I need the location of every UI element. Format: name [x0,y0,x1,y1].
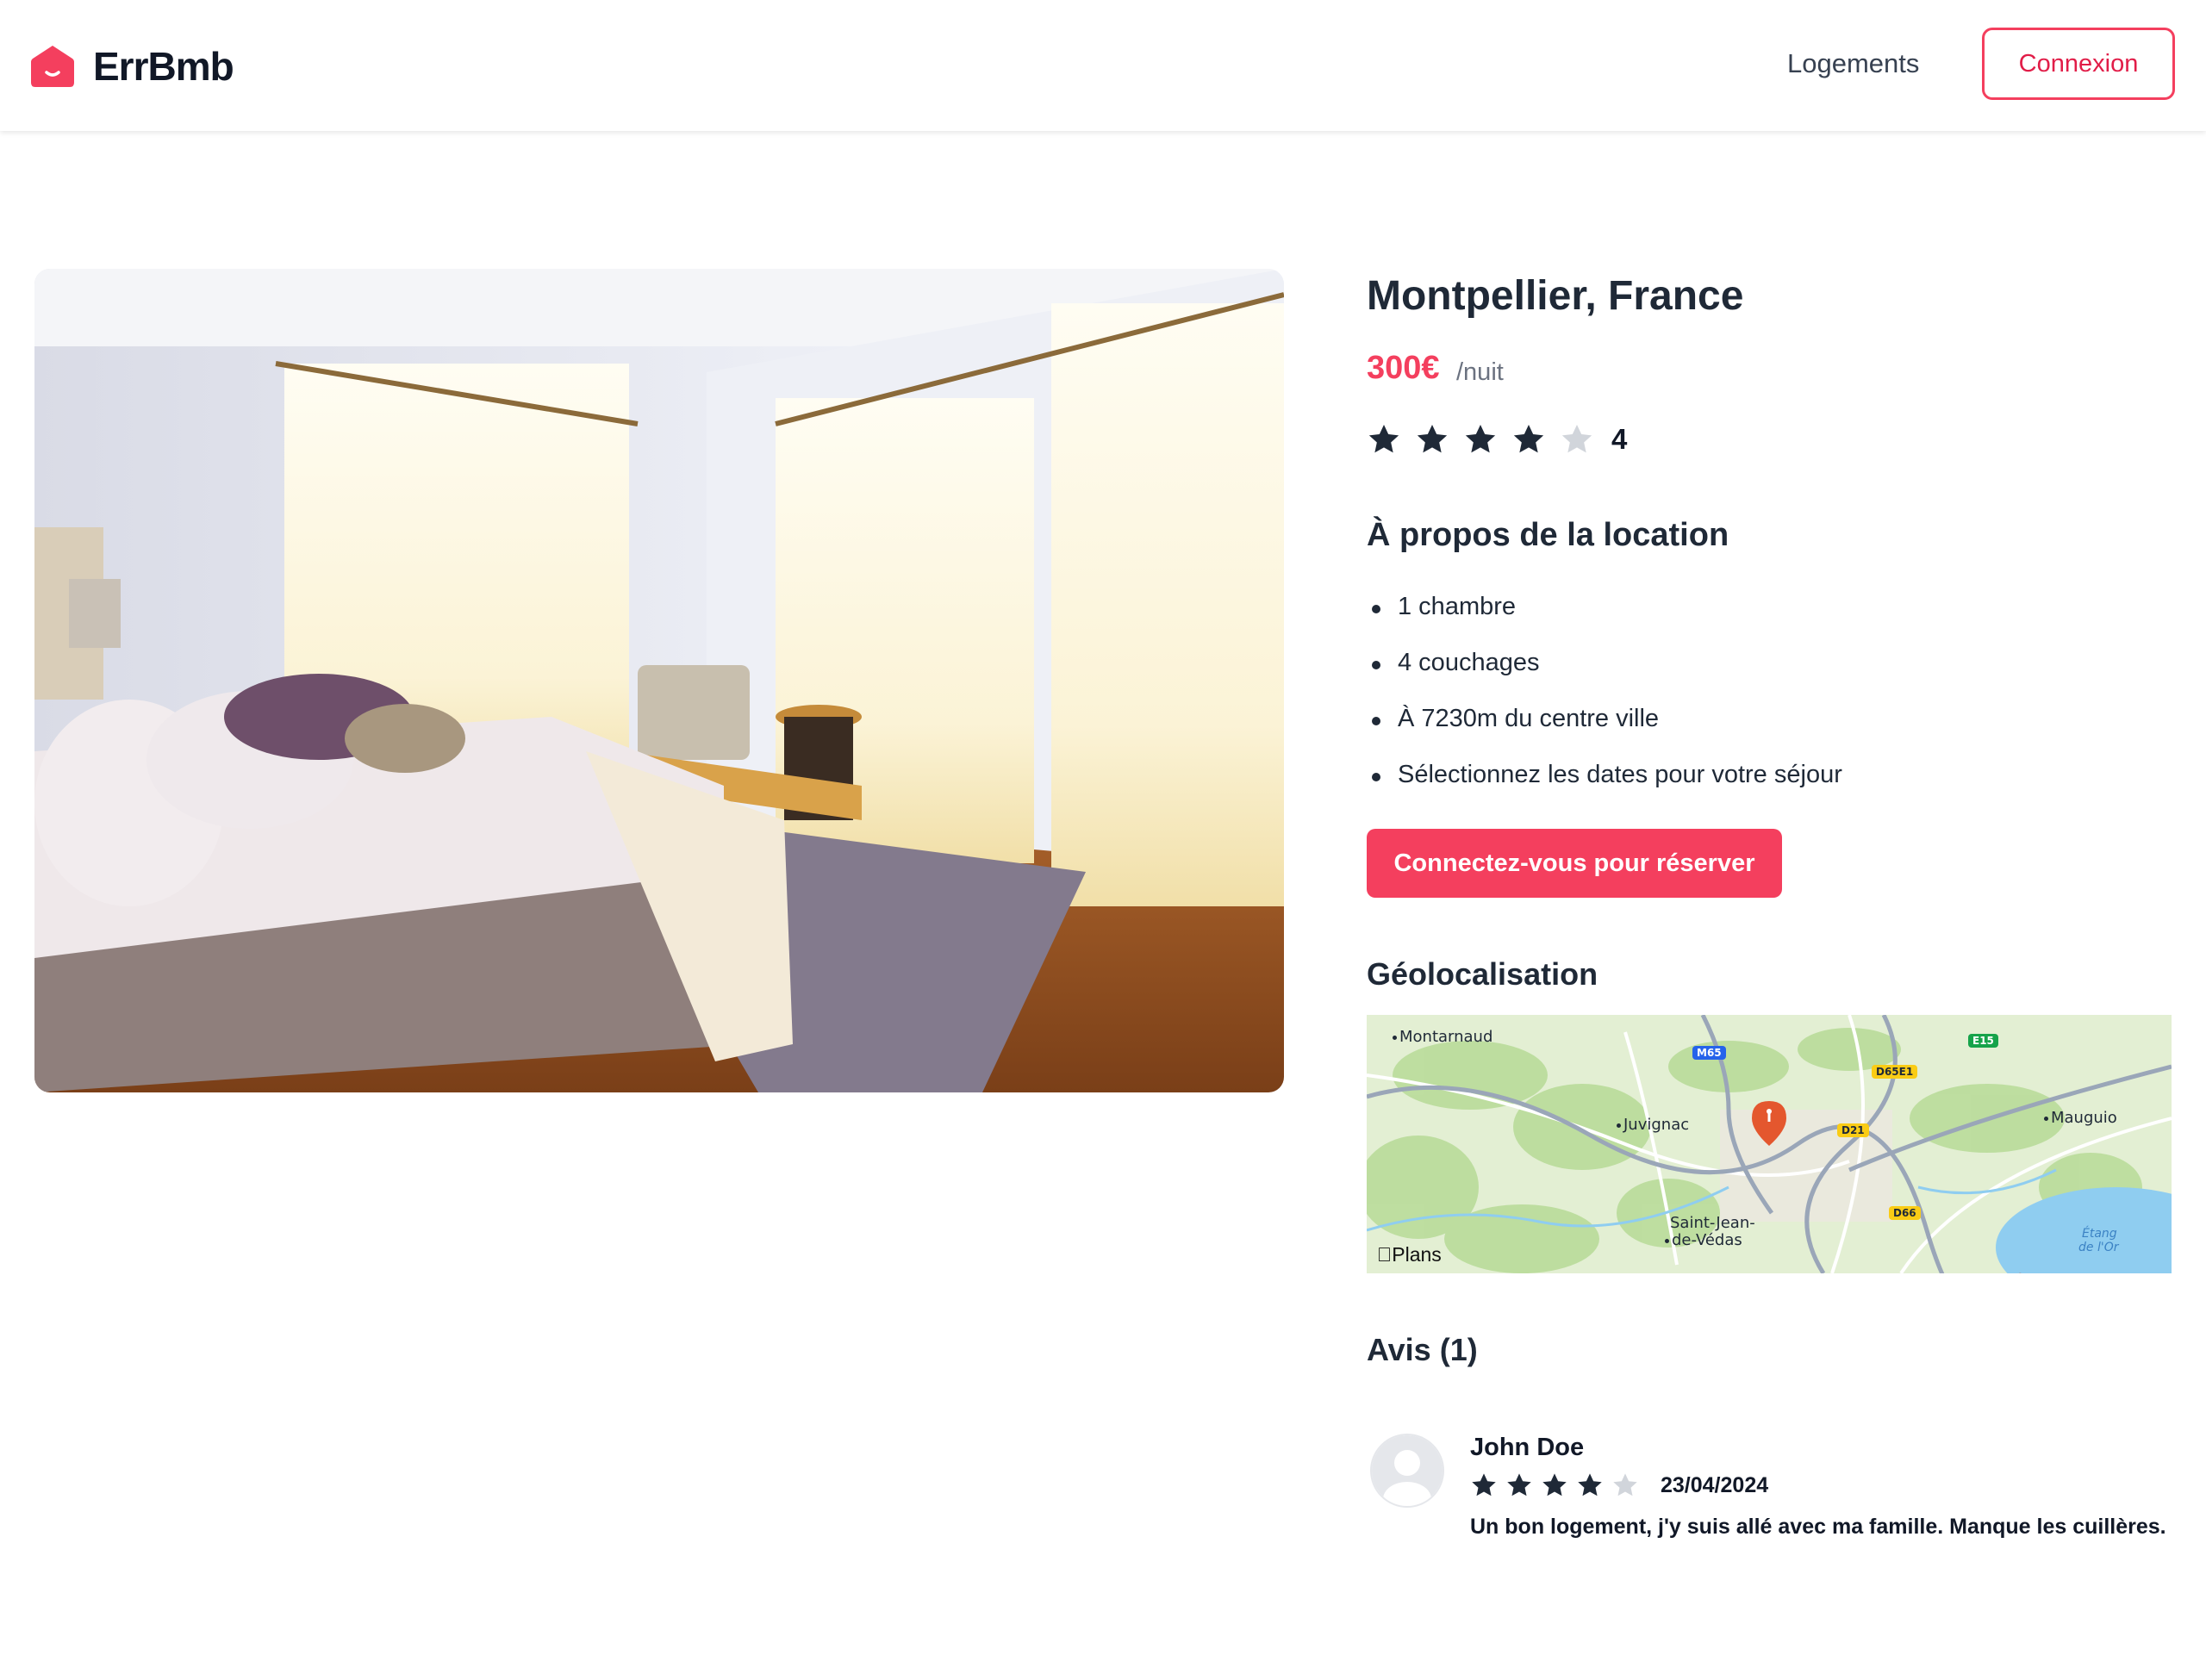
reviews-heading: Avis (1) [1367,1332,1478,1367]
list-item: Sélectionnez les dates pour votre séjour [1367,761,1842,817]
feature-text: 1 chambre [1398,593,1517,620]
feature-text: 4 couchages [1398,649,1540,676]
rating-stars [1367,422,1608,457]
star-icon [1507,1473,1531,1496]
review-text: Un bon logement, j'y suis allé avec ma f… [1470,1515,2166,1539]
map-label: de l'Or [2078,1241,2119,1254]
feature-text: Sélectionnez les dates pour votre séjour [1398,761,1842,788]
feature-text: À 7230m du centre ville [1398,705,1660,732]
bullet-icon [1372,773,1380,781]
bullet-icon [1372,605,1380,613]
about-heading: À propos de la location [1367,517,1729,553]
top-navbar: ErrBmb Logements Connexion [0,0,2206,131]
map-label: Saint-Jean- [1670,1214,1755,1232]
road-badge: D65E1 [1872,1065,1918,1079]
brand-name: ErrBmb [93,44,234,89]
location-map[interactable]: Montarnaud Juvignac Mauguio Saint-Jean- … [1367,1015,2172,1273]
map-label: Mauguio [2044,1110,2117,1127]
map-attribution: Plans [1377,1243,1442,1266]
listing-rating: 4 [1367,422,1627,457]
bullet-icon [1372,717,1380,725]
map-label: Étang [2082,1227,2117,1241]
review-rating: 23/04/2024 [1470,1472,1768,1499]
star-outline-icon [1561,425,1592,453]
bullet-icon [1372,661,1380,669]
features-list: 1 chambre 4 couchages À 7230m du centre … [1367,593,1842,817]
list-item: 1 chambre [1367,593,1842,649]
listing-title: Montpellier, France [1367,273,1744,319]
star-icon [1465,425,1496,453]
listing-price: 300€ [1367,350,1440,386]
road-badge: D21 [1837,1123,1869,1137]
road-badge: D66 [1889,1206,1921,1220]
listing-photo [34,269,1284,1092]
user-avatar-icon [1370,1434,1444,1508]
map-label: Juvignac [1617,1117,1689,1134]
list-item: 4 couchages [1367,649,1842,705]
review-stars [1470,1472,1647,1499]
star-icon [1472,1473,1496,1496]
review-date: 23/04/2024 [1661,1472,1769,1497]
brand-logo[interactable]: ErrBmb [29,43,234,90]
login-to-book-button[interactable]: Connectez-vous pour réserver [1367,829,1782,898]
reviewer-name: John Doe [1470,1434,1585,1461]
map-label: de-Védas [1665,1232,1742,1249]
star-icon [1417,425,1448,453]
nav-logements-link[interactable]: Logements [1787,48,1919,79]
star-icon [1542,1473,1567,1496]
house-smile-icon [31,46,74,87]
star-icon [1578,1473,1602,1496]
road-badge: M65 [1692,1046,1726,1060]
map-label: Montarnaud [1393,1029,1492,1046]
star-icon [1513,425,1544,453]
star-outline-icon [1613,1473,1637,1496]
road-badge: E15 [1968,1034,1998,1048]
star-icon [1368,425,1399,453]
price-unit: /nuit [1456,358,1504,386]
login-button[interactable]: Connexion [1982,28,2175,100]
list-item: À 7230m du centre ville [1367,705,1842,761]
rating-value: 4 [1611,423,1628,455]
geolocation-heading: Géolocalisation [1367,956,1598,992]
